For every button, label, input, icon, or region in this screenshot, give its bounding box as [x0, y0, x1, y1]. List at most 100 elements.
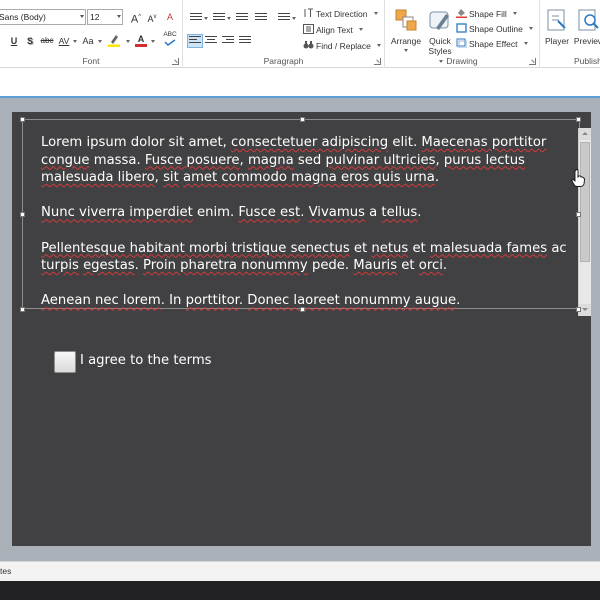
resize-handle-top[interactable]	[300, 117, 305, 122]
paragraph-dialog-launcher-icon[interactable]	[374, 58, 381, 65]
align-text-icon	[303, 24, 314, 34]
misspelled-text-run: Mauris	[353, 258, 398, 274]
text-run: Lorem ipsum dolor sit amet,	[41, 135, 232, 150]
chevron-down-icon[interactable]	[204, 17, 208, 20]
resize-handle-bottom-left[interactable]	[20, 307, 25, 312]
font-group: Sans (Body) 12 A^ Av A U S abc AV Aa A A…	[0, 0, 183, 68]
chevron-down-icon	[523, 42, 528, 45]
chevron-down-icon	[359, 28, 364, 31]
numbering-icon[interactable]	[213, 13, 225, 23]
strikethrough-icon: abc	[40, 36, 54, 45]
resize-handle-top-left[interactable]	[20, 117, 25, 122]
scroll-thumb[interactable]	[580, 142, 590, 262]
shape-outline-icon	[456, 23, 467, 33]
text-run: .	[417, 205, 422, 221]
drawing-dialog-launcher-icon[interactable]	[529, 58, 536, 65]
character-spacing-button[interactable]: AV	[56, 34, 72, 48]
text-paragraph[interactable]: Lorem ipsum dolor sit amet, consectetuer…	[41, 134, 571, 187]
player-button[interactable]: Player	[542, 8, 572, 46]
text-paragraph[interactable]: Nunc viverra imperdiet enim. Fusce est. …	[41, 204, 571, 222]
shape-effect-button[interactable]: Shape Effect	[456, 38, 528, 50]
resize-handle-top-right[interactable]	[576, 117, 581, 122]
resize-handle-left[interactable]	[20, 212, 25, 217]
player-label: Player	[544, 36, 570, 46]
chevron-down-icon[interactable]	[98, 40, 102, 43]
font-size-value: 12	[90, 12, 100, 22]
line-spacing-icon[interactable]	[278, 13, 290, 23]
text-run: ,	[154, 170, 164, 186]
justify-icon[interactable]	[239, 36, 251, 46]
change-case-button[interactable]: Aa	[80, 34, 96, 48]
misspelled-text-run: magna	[247, 152, 294, 168]
text-run: et	[408, 240, 430, 256]
shape-effect-icon	[456, 38, 467, 48]
shape-outline-button[interactable]: Shape Outline	[456, 23, 534, 35]
misspelled-text-run: Vivamus	[308, 205, 365, 221]
bullets-icon[interactable]	[190, 13, 202, 23]
agree-terms-label[interactable]: I agree to the terms	[80, 353, 212, 368]
resize-handle-bottom[interactable]	[300, 307, 305, 312]
text-paragraph[interactable]: Pellentesque habitant morbi tristique se…	[41, 240, 571, 275]
text-run: .	[456, 293, 461, 309]
chevron-down-icon[interactable]	[151, 40, 155, 43]
misspelled-text-run: Fusce est	[238, 205, 301, 221]
chevron-down-icon[interactable]	[292, 17, 296, 20]
text-run: a	[364, 205, 382, 221]
text-run: et	[349, 240, 372, 256]
spelling-button[interactable]: ABC	[162, 31, 178, 46]
vertical-scrollbar[interactable]	[578, 128, 591, 316]
text-box[interactable]: Lorem ipsum dolor sit amet, consectetuer…	[20, 117, 591, 316]
scroll-up-arrow-icon[interactable]	[579, 128, 591, 140]
font-dialog-launcher-icon[interactable]	[172, 58, 179, 65]
chevron-down-icon[interactable]	[227, 17, 231, 20]
arrange-button[interactable]: Arrange	[389, 8, 423, 52]
decrease-indent-icon[interactable]	[236, 13, 248, 23]
preview-button[interactable]: Preview	[572, 8, 600, 46]
font-color-button[interactable]: A	[134, 32, 148, 47]
clear-formatting-button[interactable]: A	[163, 10, 177, 24]
chevron-down-icon[interactable]	[73, 40, 77, 43]
underline-button[interactable]: U	[7, 34, 21, 48]
increase-indent-icon[interactable]	[255, 13, 267, 23]
quick-styles-label-2: Styles	[428, 46, 452, 56]
slide-canvas[interactable]: Lorem ipsum dolor sit amet, consectetuer…	[12, 112, 591, 546]
checkmark-icon	[164, 39, 176, 46]
text-box-content[interactable]: Lorem ipsum dolor sit amet, consectetuer…	[41, 134, 571, 328]
shadow-button[interactable]: S	[23, 34, 37, 48]
shape-fill-button[interactable]: Shape Fill	[456, 8, 518, 20]
misspelled-text-run: Aenean nec lorem	[41, 293, 161, 309]
text-run: ac	[547, 240, 567, 256]
align-right-icon[interactable]	[222, 36, 234, 46]
chevron-down-icon	[373, 12, 378, 15]
highlight-button[interactable]	[107, 33, 121, 47]
font-size-combo[interactable]: 12	[87, 9, 123, 25]
text-direction-icon	[304, 8, 313, 17]
text-run: elit.	[388, 135, 422, 150]
text-direction-button[interactable]: Text Direction	[303, 8, 378, 20]
resize-handle-right[interactable]	[576, 212, 581, 217]
text-run: .	[434, 170, 440, 186]
text-paragraph[interactable]: Aenean nec lorem. In porttitor. Donec la…	[41, 292, 571, 310]
misspelled-text-run: turpis	[41, 258, 79, 274]
notes-label[interactable]: tes	[0, 566, 11, 576]
grow-font-button[interactable]: A^	[129, 10, 143, 26]
shrink-font-button[interactable]: Av	[145, 10, 159, 24]
chevron-down-icon[interactable]	[126, 40, 130, 43]
align-text-button[interactable]: Align Text	[303, 24, 364, 36]
font-color-swatch	[135, 44, 147, 47]
text-run: massa.	[89, 152, 145, 168]
misspelled-text-run: sit	[163, 170, 179, 186]
align-left-icon[interactable]	[187, 34, 203, 48]
align-center-icon[interactable]	[205, 36, 217, 46]
paragraph-group: Text Direction Align Text Find / Replace…	[183, 0, 385, 68]
binoculars-icon	[303, 41, 314, 49]
find-replace-button[interactable]: Find / Replace	[303, 40, 382, 52]
font-name-combo[interactable]: Sans (Body)	[0, 9, 86, 25]
misspelled-text-run: consectetuer adipiscing	[231, 135, 389, 150]
misspelled-text-run: Proin pharetra nonummy	[143, 258, 308, 274]
resize-handle-bottom-right[interactable]	[576, 307, 581, 312]
drawing-group: Arrange Quick Styles Shape Fill Shape Ou…	[385, 0, 540, 68]
agree-terms-checkbox[interactable]	[54, 351, 76, 373]
misspelled-text-run: malesuada fames	[429, 240, 548, 256]
strikethrough-button[interactable]: abc	[39, 34, 55, 48]
